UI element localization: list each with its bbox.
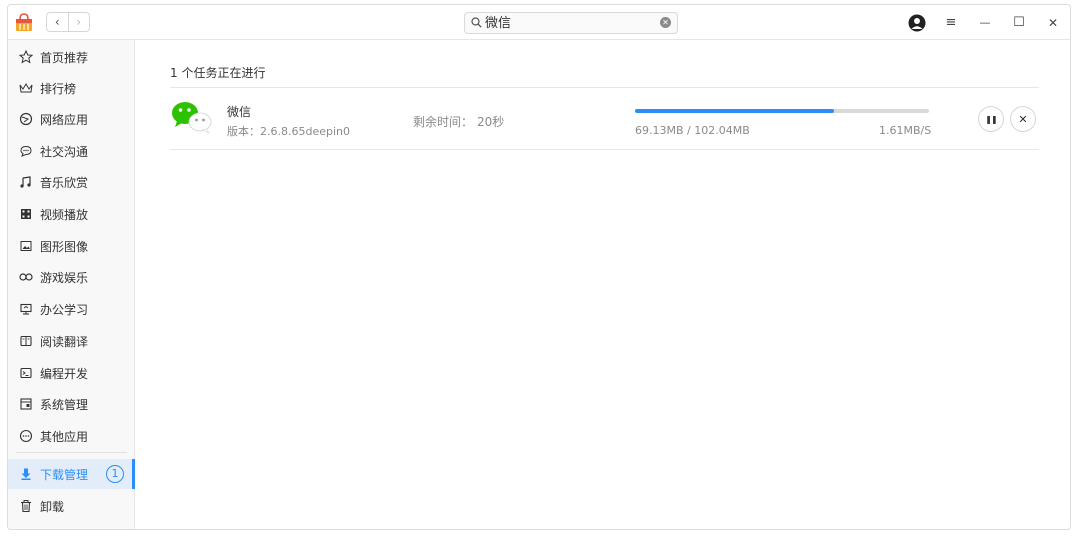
pause-download-button[interactable]: ❚❚ xyxy=(978,106,1004,132)
sidebar-item-label: 首页推荐 xyxy=(40,50,89,65)
sidebar-item-system[interactable]: 系统管理 xyxy=(8,389,135,419)
sidebar-divider xyxy=(16,452,127,453)
cancel-download-button[interactable]: ✕ xyxy=(1010,106,1036,132)
sidebar: 首页推荐 排行榜 网络应用 社交沟通 音乐欣赏 视频播放 图形图像 游戏娱乐 办… xyxy=(8,40,135,529)
user-avatar-button[interactable] xyxy=(900,5,934,40)
sidebar-item-office[interactable]: 办公学习 xyxy=(8,294,135,324)
sidebar-item-social[interactable]: 社交沟通 xyxy=(8,136,135,166)
remaining-time-value: 20秒 xyxy=(477,115,505,129)
sidebar-item-music[interactable]: 音乐欣赏 xyxy=(8,167,135,197)
sidebar-item-other[interactable]: 其他应用 xyxy=(8,421,135,451)
titlebar: ‹ › 微信 ✕ ≡ — ☐ ✕ xyxy=(8,5,1070,40)
crown-icon xyxy=(19,81,33,95)
user-avatar-icon xyxy=(908,14,926,31)
download-size: 69.13MB / 102.04MB xyxy=(635,124,750,137)
sidebar-item-games[interactable]: 游戏娱乐 xyxy=(8,262,135,292)
app-store-logo-icon xyxy=(16,13,32,31)
briefcase-icon xyxy=(19,302,33,316)
task-app-name: 微信 xyxy=(227,105,252,119)
sidebar-item-label: 系统管理 xyxy=(40,397,89,412)
close-window-button[interactable]: ✕ xyxy=(1036,5,1070,40)
more-icon xyxy=(19,429,33,443)
trash-icon xyxy=(19,499,33,513)
image-icon xyxy=(19,239,33,253)
maximize-button[interactable]: ☐ xyxy=(1002,5,1036,40)
sidebar-item-reading[interactable]: 阅读翻译 xyxy=(8,326,135,356)
sidebar-item-home[interactable]: 首页推荐 xyxy=(8,42,135,72)
download-count-badge: 1 xyxy=(106,465,124,483)
remaining-time-label: 剩余时间： xyxy=(413,115,474,129)
music-icon xyxy=(19,175,33,189)
download-progress-bar xyxy=(635,109,929,113)
download-manager-panel: 1 个任务正在进行 微信 版本：2.6.8.65deepin0 剩余时间： 20… xyxy=(136,40,1070,529)
sidebar-item-video[interactable]: 视频播放 xyxy=(8,199,135,229)
gamepad-icon xyxy=(19,270,33,284)
wechat-app-icon xyxy=(172,102,212,134)
download-icon xyxy=(19,467,33,481)
download-progress-fill xyxy=(635,109,835,113)
search-box[interactable]: 微信 ✕ xyxy=(464,12,678,34)
minimize-button[interactable]: — xyxy=(968,5,1002,40)
download-task-row: 微信 版本：2.6.8.65deepin0 剩余时间： 20秒 69.13MB … xyxy=(170,88,1039,150)
nav-buttons: ‹ › xyxy=(46,12,90,32)
sidebar-item-label: 视频播放 xyxy=(40,207,89,222)
sidebar-item-label: 其他应用 xyxy=(40,429,89,444)
forward-button[interactable]: › xyxy=(67,13,90,31)
sidebar-item-label: 阅读翻译 xyxy=(40,334,89,349)
book-icon xyxy=(19,334,33,348)
download-speed: 1.61MB/S xyxy=(879,124,932,137)
sidebar-item-label: 社交沟通 xyxy=(40,144,89,159)
search-input[interactable]: 微信 xyxy=(485,16,511,31)
chat-icon xyxy=(19,144,33,158)
terminal-icon xyxy=(19,366,33,380)
sidebar-item-network[interactable]: 网络应用 xyxy=(8,104,135,134)
sidebar-item-label: 办公学习 xyxy=(40,302,89,317)
film-icon xyxy=(19,207,33,221)
sidebar-item-label: 卸载 xyxy=(40,499,65,514)
sidebar-item-label: 下载管理 xyxy=(40,467,89,482)
sidebar-item-label: 编程开发 xyxy=(40,366,89,381)
clear-search-icon[interactable]: ✕ xyxy=(660,17,671,28)
task-app-version: 版本：2.6.8.65deepin0 xyxy=(227,125,351,138)
sidebar-item-label: 图形图像 xyxy=(40,239,89,254)
menu-button[interactable]: ≡ xyxy=(934,5,968,40)
sidebar-item-graphics[interactable]: 图形图像 xyxy=(8,231,135,261)
task-count-label: 1 个任务正在进行 xyxy=(170,66,266,80)
star-icon xyxy=(19,50,33,64)
sidebar-item-downloads[interactable]: 下载管理 1 xyxy=(8,459,135,489)
globe-icon xyxy=(19,112,33,126)
sidebar-item-uninstall[interactable]: 卸载 xyxy=(8,491,135,521)
search-icon xyxy=(471,17,482,28)
sidebar-item-programming[interactable]: 编程开发 xyxy=(8,358,135,388)
system-icon xyxy=(19,397,33,411)
sidebar-item-label: 音乐欣赏 xyxy=(40,175,89,190)
sidebar-item-ranking[interactable]: 排行榜 xyxy=(8,73,135,103)
sidebar-item-label: 游戏娱乐 xyxy=(40,270,89,285)
sidebar-item-label: 网络应用 xyxy=(40,112,89,127)
titlebar-controls: ≡ — ☐ ✕ xyxy=(900,5,1070,40)
sidebar-item-label: 排行榜 xyxy=(40,81,77,96)
back-button[interactable]: ‹ xyxy=(47,13,68,31)
app-window: ‹ › 微信 ✕ ≡ — ☐ ✕ 首页推荐 排行榜 网络应用 社交沟通 音乐欣赏… xyxy=(7,4,1071,530)
